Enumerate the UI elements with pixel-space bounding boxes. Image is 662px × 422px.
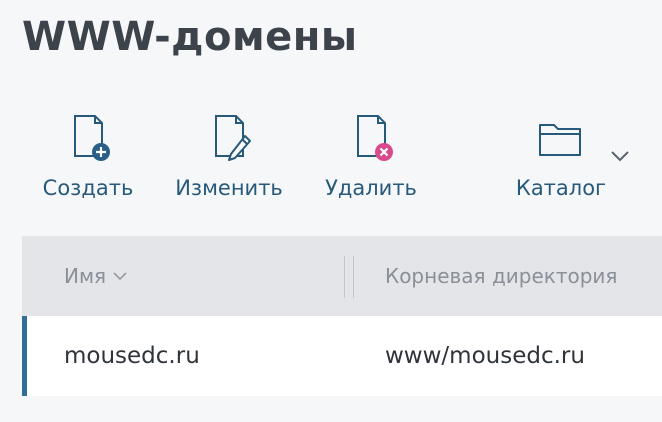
new-document-plus-icon: [74, 115, 110, 161]
folder-icon: [539, 124, 581, 156]
edit-button[interactable]: Изменить: [172, 112, 286, 200]
edit-button-label: Изменить: [175, 176, 283, 200]
create-button-label: Создать: [42, 176, 134, 200]
column-resize-handle[interactable]: [344, 256, 354, 298]
catalog-button-label: Каталог: [515, 176, 607, 200]
column-header-root[interactable]: Корневая директория: [385, 236, 617, 316]
delete-button[interactable]: Удалить: [323, 112, 419, 200]
catalog-button[interactable]: Каталог: [514, 112, 608, 200]
create-button[interactable]: Создать: [42, 112, 134, 200]
table-row[interactable]: mousedc.ru www/mousedc.ru: [22, 316, 662, 396]
table-header: Имя Корневая директория: [22, 236, 662, 316]
column-header-name[interactable]: Имя: [64, 236, 128, 316]
column-header-name-label: Имя: [64, 264, 107, 288]
page: WWW-домены Создать Изменить Удалить Ката…: [0, 0, 662, 422]
domains-table: Имя Корневая директория mousedc.ru www/m…: [22, 236, 662, 396]
page-title: WWW-домены: [22, 14, 358, 60]
cell-root-directory: www/mousedc.ru: [385, 343, 585, 369]
chevron-down-icon[interactable]: [607, 146, 633, 166]
cell-name: mousedc.ru: [64, 343, 200, 369]
document-pencil-icon: [215, 115, 251, 161]
column-header-root-label: Корневая директория: [385, 264, 618, 288]
sort-chevron-icon: [113, 272, 127, 281]
row-selection-marker: [22, 316, 27, 396]
delete-button-label: Удалить: [325, 176, 417, 200]
document-delete-icon: [357, 115, 393, 161]
